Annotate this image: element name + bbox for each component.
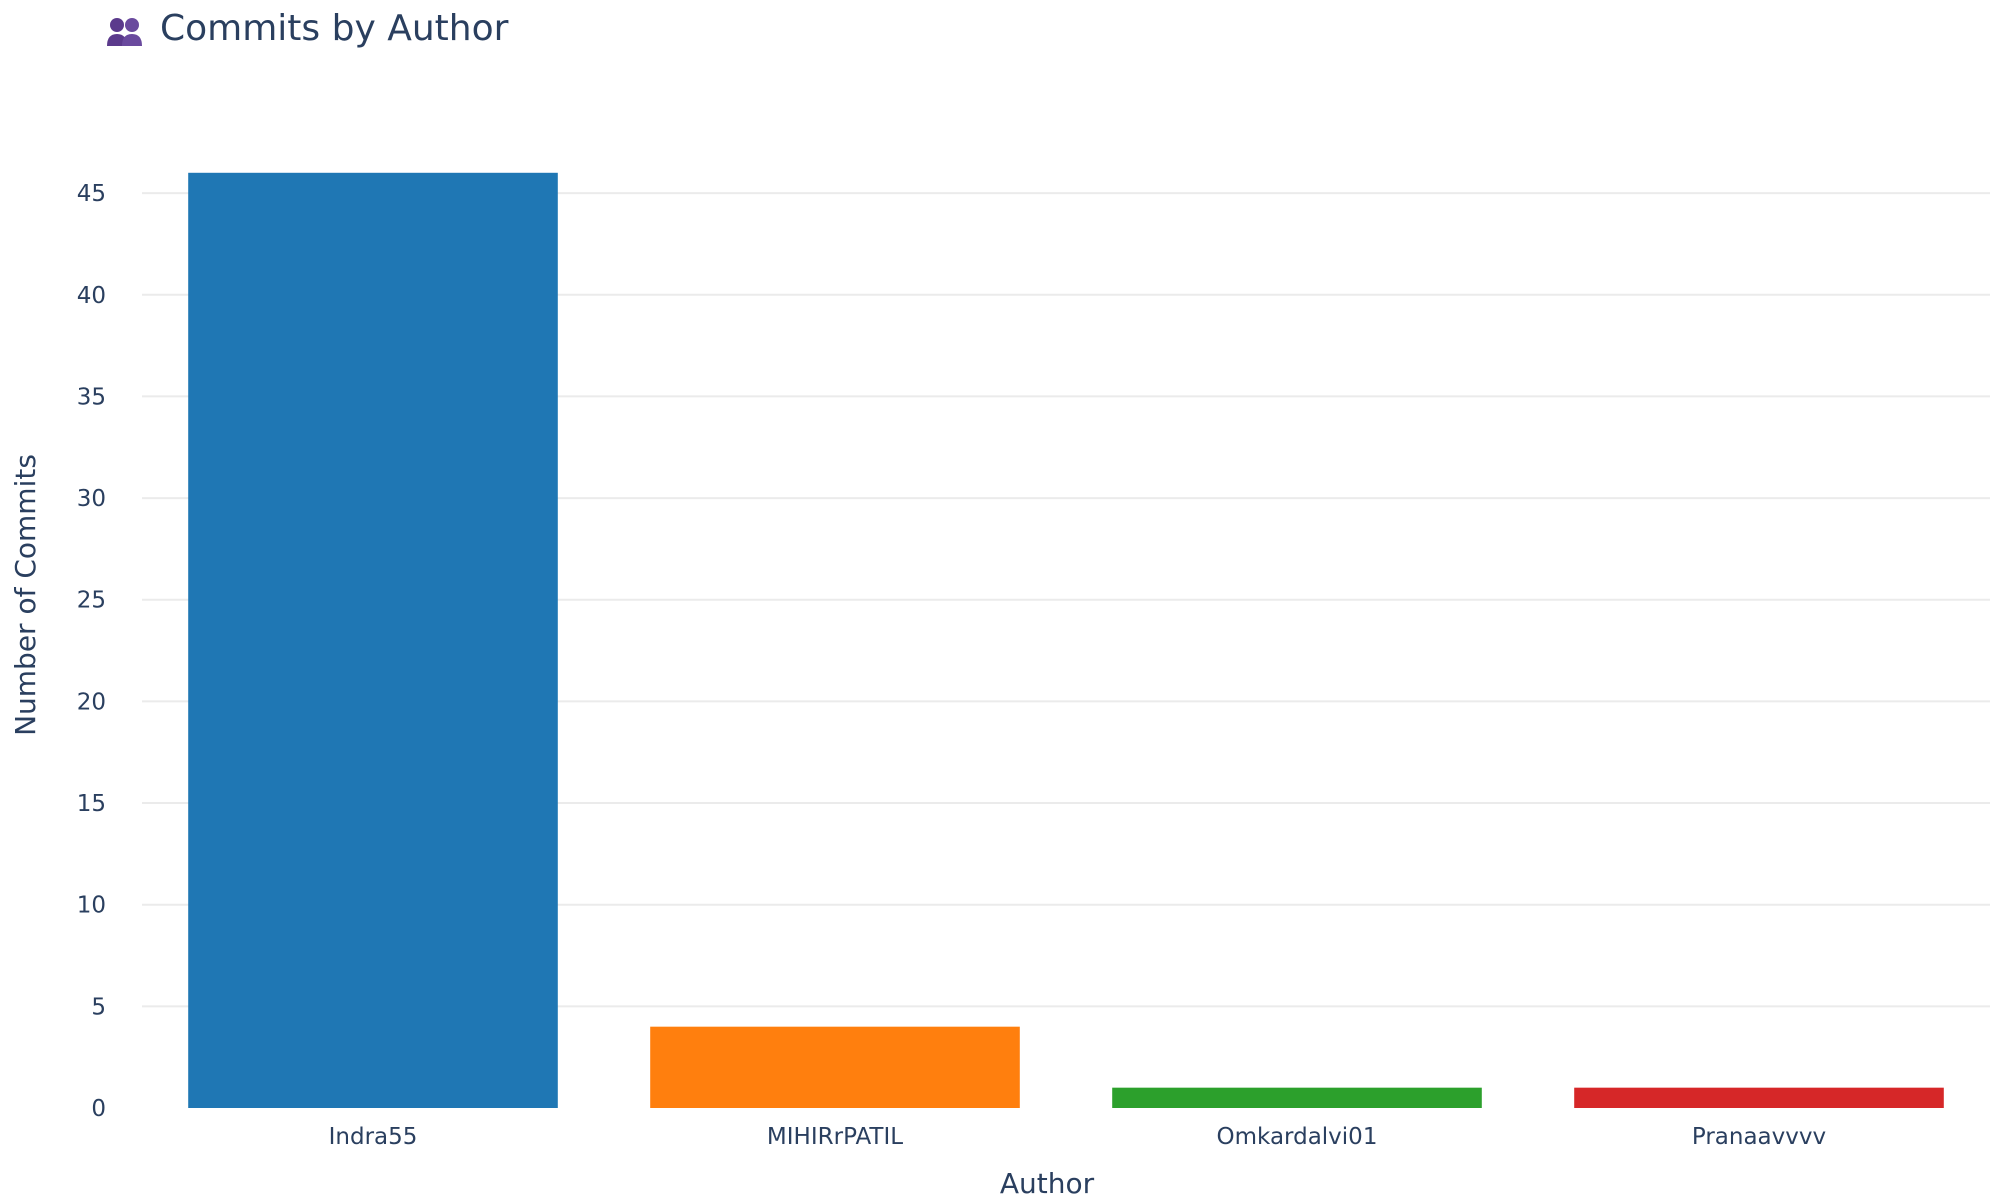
x-tick-label: Omkardalvi01 — [1217, 1124, 1378, 1150]
y-tick-label: 40 — [77, 283, 106, 309]
y-axis-ticks: 0 5 10 15 20 25 30 35 40 45 — [77, 181, 106, 1122]
chart-container: Commits by Author 0 5 10 15 20 25 30 35 40 45 Ind… — [0, 0, 2000, 1200]
x-tick-label: Pranaavvvv — [1692, 1124, 1826, 1150]
y-axis-title: Number of Commits — [9, 454, 42, 736]
bar-chart: Commits by Author 0 5 10 15 20 25 30 35 40 45 Ind… — [9, 8, 1990, 1200]
x-tick-label: Indra55 — [329, 1124, 418, 1150]
chart-title: Commits by Author — [160, 8, 509, 49]
x-axis-ticks: Indra55 MIHIRrPATIL Omkardalvi01 Pranaavvvv — [329, 1124, 1827, 1150]
y-tick-label: 45 — [77, 181, 106, 207]
x-axis-title: Author — [1000, 1167, 1095, 1200]
people-icon — [107, 18, 142, 46]
bar-mihirrpatil[interactable] — [650, 1026, 1020, 1108]
y-tick-label: 20 — [77, 689, 106, 715]
bar-pranaavvvv[interactable] — [1574, 1087, 1944, 1108]
y-tick-label: 0 — [91, 1096, 106, 1122]
bar-indra55[interactable] — [188, 172, 558, 1108]
bars — [188, 172, 1944, 1108]
y-tick-label: 10 — [77, 893, 106, 919]
y-tick-label: 30 — [77, 486, 106, 512]
y-tick-label: 35 — [77, 384, 106, 410]
y-tick-label: 15 — [77, 791, 106, 817]
y-tick-label: 25 — [77, 588, 106, 614]
bar-omkardalvi01[interactable] — [1112, 1087, 1482, 1108]
y-tick-label: 5 — [91, 994, 106, 1020]
x-tick-label: MIHIRrPATIL — [767, 1124, 903, 1150]
